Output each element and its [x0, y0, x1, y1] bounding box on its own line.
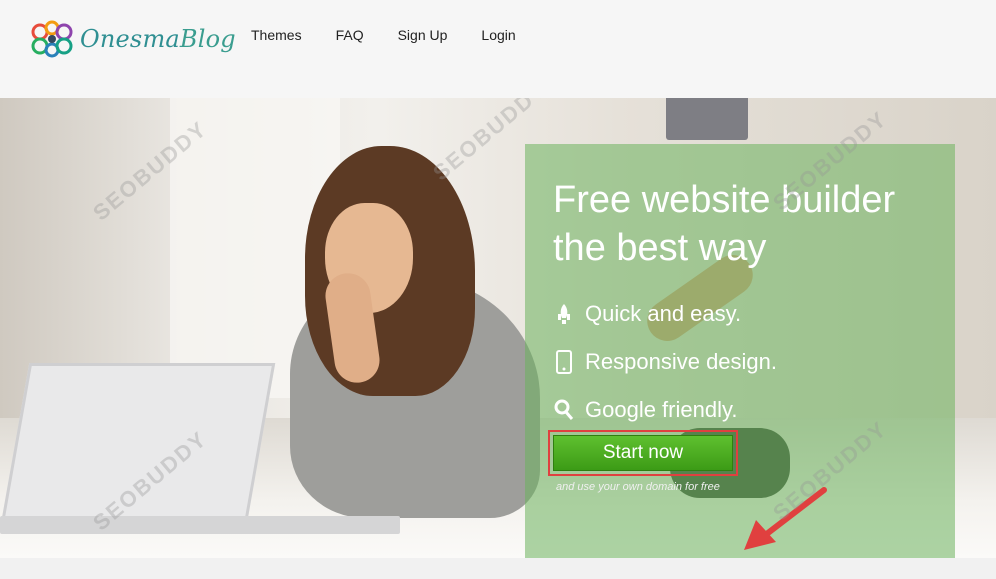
site-logo[interactable]: OnesmaBlog	[30, 20, 236, 58]
feature-text: Google friendly.	[585, 397, 738, 422]
feature-item: Responsive design.	[553, 338, 777, 386]
laptop-base	[0, 516, 400, 534]
page-footer-band	[0, 558, 996, 579]
feature-item: Quick and easy.	[553, 290, 777, 338]
background-tv	[666, 98, 748, 140]
hero-section: Free website builder the best way Quick …	[0, 98, 996, 558]
nav-faq[interactable]: FAQ	[336, 27, 364, 43]
laptop-screen	[0, 363, 276, 529]
cta-highlight-box: Start now	[548, 430, 738, 476]
red-arrow-icon	[744, 487, 827, 550]
feature-item: Google friendly.	[553, 386, 777, 434]
cta-note: and use your own domain for free	[556, 481, 720, 493]
hero-panel: Free website builder the best way Quick …	[525, 144, 955, 558]
nav-themes[interactable]: Themes	[251, 27, 302, 43]
site-header: OnesmaBlog Themes FAQ Sign Up Login	[0, 0, 996, 98]
feature-text: Quick and easy.	[585, 301, 742, 326]
start-now-button[interactable]: Start now	[553, 435, 733, 471]
nav-sign-up[interactable]: Sign Up	[398, 27, 448, 43]
logo-text-part2: Blog	[179, 25, 236, 53]
logo-text: OnesmaBlog	[80, 25, 236, 53]
logo-icon	[31, 20, 73, 58]
mobile-icon	[553, 349, 575, 375]
hero-title: Free website builder the best way	[553, 179, 896, 269]
feature-list: Quick and easy. Responsive design. Googl…	[553, 290, 777, 434]
nav-login[interactable]: Login	[481, 27, 515, 43]
main-nav: Themes FAQ Sign Up Login	[251, 27, 550, 43]
rocket-icon	[553, 301, 575, 327]
feature-text: Responsive design.	[585, 349, 778, 374]
search-icon	[553, 397, 575, 423]
logo-text-part1: Onesma	[80, 25, 180, 53]
